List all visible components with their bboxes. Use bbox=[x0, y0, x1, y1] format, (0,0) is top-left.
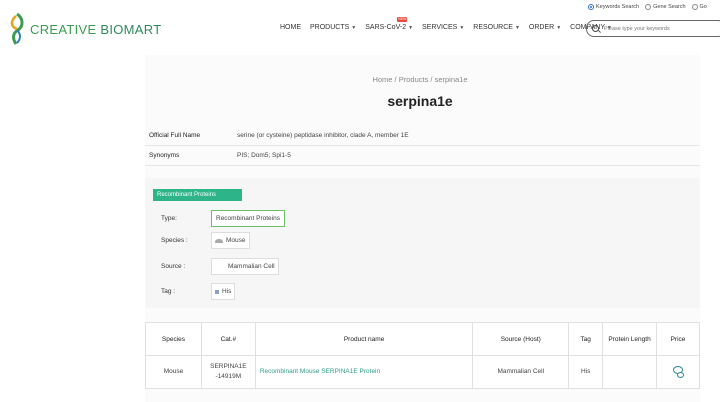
col-protein-length: Protein Length bbox=[602, 322, 658, 356]
species-label: Species : bbox=[161, 237, 188, 244]
source-label: Source : bbox=[161, 263, 186, 270]
nav-label: SARS-CoV-2 bbox=[365, 24, 407, 31]
col-tag: Tag bbox=[568, 322, 604, 356]
mouse-icon bbox=[215, 238, 223, 243]
nav-home[interactable]: HOME bbox=[280, 24, 301, 31]
search-icon[interactable] bbox=[592, 25, 599, 32]
nav-label: HOME bbox=[280, 24, 301, 31]
search-type-label: Go bbox=[699, 4, 707, 10]
filter-tag-row: Tag : His bbox=[161, 283, 236, 300]
chip-label: Mouse bbox=[226, 237, 246, 244]
chevron-down-icon: ▼ bbox=[351, 24, 357, 31]
cell-source: Mammalian Cell bbox=[472, 355, 570, 389]
cell-price[interactable] bbox=[656, 355, 700, 389]
table-header-row: Species Cat.# Product name Source (Host)… bbox=[145, 322, 700, 356]
chevron-down-icon: ▼ bbox=[459, 24, 465, 31]
search-type-label: Keywords Search bbox=[596, 4, 640, 10]
page-title: serpina1e bbox=[387, 93, 453, 109]
chip-label: Mammalian Cell bbox=[228, 263, 275, 270]
filter-species-row: Species : Mouse bbox=[161, 232, 250, 249]
chip-label: His bbox=[222, 288, 232, 295]
nav-order[interactable]: ORDER ▼ bbox=[529, 24, 561, 31]
chevron-down-icon: ▼ bbox=[514, 24, 520, 31]
tag-chip[interactable]: His bbox=[211, 283, 236, 300]
filter-panel: Recombinant Proteins Type: Recombinant P… bbox=[145, 178, 700, 308]
logo-text: CREATIVE BIOMART bbox=[30, 22, 161, 37]
logo-word-biomart: BIOMART bbox=[100, 21, 162, 37]
site-logo[interactable]: CREATIVE BIOMART bbox=[8, 12, 161, 46]
species-chip[interactable]: Mouse bbox=[211, 232, 250, 249]
full-name-label: Official Full Name bbox=[149, 132, 201, 139]
search-type-go[interactable]: Go bbox=[691, 4, 707, 10]
type-chip[interactable]: Recombinant Proteins bbox=[211, 210, 285, 227]
col-product-name: Product name bbox=[254, 322, 474, 356]
product-table: Species Cat.# Product name Source (Host)… bbox=[145, 322, 700, 389]
breadcrumb[interactable]: Home / Products / serpina1e bbox=[0, 75, 720, 84]
product-link[interactable]: Recombinant Mouse SERPINA1E Protein bbox=[254, 355, 474, 389]
nav-label: RESOURCE bbox=[473, 24, 513, 31]
col-cat: Cat.# bbox=[200, 322, 256, 356]
nav-resource[interactable]: RESOURCE ▼ bbox=[473, 24, 520, 31]
search-input[interactable] bbox=[604, 25, 714, 32]
search-type-keywords[interactable]: Keywords Search bbox=[588, 4, 639, 10]
type-label: Type: bbox=[161, 215, 177, 222]
main-nav: HOME PRODUCTS ▼ SARS-CoV-2 ▼ NEW SERVICES ▼ … bbox=[280, 17, 612, 31]
synonyms-label: Synonyms bbox=[149, 152, 180, 159]
nav-services[interactable]: SERVICES ▼ bbox=[422, 24, 464, 31]
full-name-value: serine (or cysteine) peptidase inhibitor… bbox=[237, 132, 409, 139]
col-price: Price bbox=[656, 322, 700, 356]
nav-label: PRODUCTS bbox=[310, 24, 350, 31]
nav-sars-cov-2[interactable]: SARS-CoV-2 ▼ NEW bbox=[365, 17, 414, 31]
search-type-options: Keywords Search Gene Search Go bbox=[588, 4, 707, 10]
tag-icon bbox=[215, 289, 219, 294]
synonyms-value: PIS; Dom5; Spi1-5 bbox=[237, 152, 291, 159]
chevron-down-icon: ▼ bbox=[408, 24, 414, 31]
search-box bbox=[586, 20, 720, 37]
cell-tag: His bbox=[568, 355, 604, 389]
chip-label: Recombinant Proteins bbox=[216, 215, 280, 222]
inquiry-chat-icon[interactable] bbox=[673, 366, 684, 378]
cell-protein-length bbox=[602, 355, 658, 389]
col-species: Species bbox=[145, 322, 202, 356]
nav-label: ORDER bbox=[528, 24, 555, 31]
nav-label: SERVICES bbox=[422, 24, 458, 31]
radio-icon[interactable] bbox=[645, 4, 652, 10]
radio-icon[interactable] bbox=[588, 4, 594, 10]
radio-icon[interactable] bbox=[691, 4, 698, 10]
filter-header: Recombinant Proteins bbox=[153, 189, 242, 201]
col-source: Source (Host) bbox=[472, 322, 570, 356]
info-row-full-name: Official Full Name serine (or cysteine) … bbox=[145, 126, 700, 146]
tag-label: Tag : bbox=[161, 288, 176, 295]
logo-word-creative: CREATIVE bbox=[30, 21, 97, 37]
new-badge: NEW bbox=[397, 17, 408, 22]
chevron-down-icon: ▼ bbox=[556, 24, 562, 31]
leaf-logo-icon bbox=[10, 12, 24, 45]
nav-products[interactable]: PRODUCTS ▼ bbox=[310, 24, 356, 31]
search-type-gene[interactable]: Gene Search bbox=[645, 4, 686, 10]
cell-species: Mouse bbox=[145, 355, 202, 389]
filter-type-row: Type: Recombinant Proteins bbox=[161, 210, 285, 227]
source-chip[interactable]: Mammalian Cell bbox=[211, 258, 279, 275]
search-type-label: Gene Search bbox=[653, 4, 686, 10]
cell-cat: SERPINA1E-14919M bbox=[200, 355, 256, 389]
table-row: Mouse SERPINA1E-14919M Recombinant Mouse… bbox=[145, 355, 700, 389]
filter-source-row: Source : Mammalian Cell bbox=[161, 258, 279, 275]
info-row-synonyms: Synonyms PIS; Dom5; Spi1-5 bbox=[145, 146, 700, 166]
